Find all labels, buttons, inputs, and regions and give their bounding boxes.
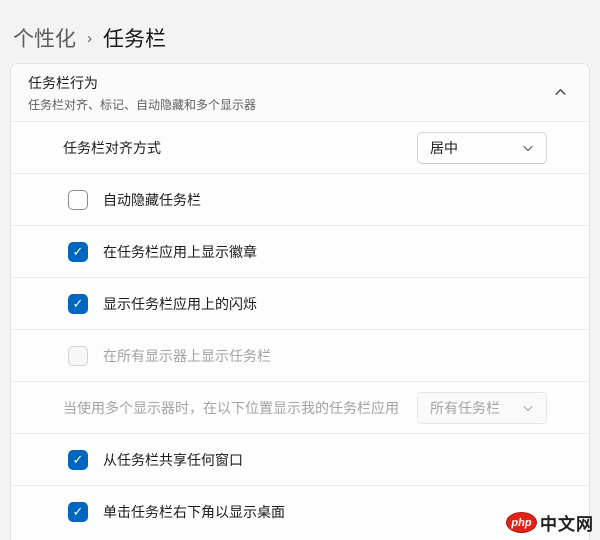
- check-icon: ✓: [72, 296, 84, 311]
- check-icon: ✓: [72, 244, 84, 259]
- breadcrumb: 个性化 › 任务栏: [0, 0, 600, 60]
- row-show-desktop: ✓ 单击任务栏右下角以显示桌面: [11, 485, 589, 537]
- row-taskbar-alignment: 任务栏对齐方式 居中: [11, 121, 589, 173]
- auto-hide-taskbar-checkbox[interactable]: [68, 189, 88, 210]
- show-desktop-checkbox[interactable]: ✓: [68, 501, 88, 522]
- share-window-checkbox[interactable]: ✓: [68, 449, 88, 470]
- watermark-site-text: 中文网: [540, 515, 594, 534]
- row-show-flashing: ✓ 显示任务栏应用上的闪烁: [11, 277, 589, 329]
- chevron-up-icon[interactable]: [554, 86, 567, 99]
- breadcrumb-separator-icon: ›: [87, 30, 92, 47]
- php-logo-text: php: [511, 516, 532, 529]
- taskbar-alignment-dropdown[interactable]: 居中: [417, 131, 547, 164]
- expander-title: 任务栏行为: [28, 74, 98, 91]
- all-displays-label: 在所有显示器上显示任务栏: [103, 347, 271, 364]
- page-title: 任务栏: [103, 27, 166, 51]
- expander-subtitle: 任务栏对齐、标记、自动隐藏和多个显示器: [28, 97, 257, 112]
- share-window-label: 从任务栏共享任何窗口: [103, 451, 243, 468]
- expander-header-taskbar-behaviors[interactable]: 任务栏行为 任务栏对齐、标记、自动隐藏和多个显示器: [11, 64, 589, 121]
- multi-display-dropdown: 所有任务栏: [417, 391, 547, 424]
- expander-titles: 任务栏行为 任务栏对齐、标记、自动隐藏和多个显示器: [28, 73, 256, 113]
- auto-hide-taskbar-label: 自动隐藏任务栏: [103, 191, 201, 208]
- taskbar-alignment-label: 任务栏对齐方式: [63, 139, 161, 156]
- all-displays-checkbox: [68, 345, 88, 366]
- row-share-window: ✓ 从任务栏共享任何窗口: [11, 433, 589, 485]
- check-icon: ✓: [72, 504, 84, 519]
- check-icon: ✓: [72, 452, 84, 467]
- row-all-displays: 在所有显示器上显示任务栏: [11, 329, 589, 381]
- show-badges-checkbox[interactable]: ✓: [68, 241, 88, 262]
- show-flashing-label: 显示任务栏应用上的闪烁: [103, 295, 257, 312]
- chevron-down-icon: [522, 402, 534, 414]
- multi-display-value: 所有任务栏: [430, 399, 500, 416]
- row-auto-hide-taskbar: 自动隐藏任务栏: [11, 173, 589, 225]
- taskbar-behaviors-card: 任务栏行为 任务栏对齐、标记、自动隐藏和多个显示器 任务栏对齐方式 居中 自动隐…: [10, 63, 590, 540]
- row-multi-display-apps: 当使用多个显示器时，在以下位置显示我的任务栏应用 所有任务栏: [11, 381, 589, 433]
- php-cn-watermark: php 中文网: [506, 510, 594, 535]
- show-flashing-checkbox[interactable]: ✓: [68, 293, 88, 314]
- taskbar-alignment-value: 居中: [430, 139, 458, 156]
- show-badges-label: 在任务栏应用上显示徽章: [103, 243, 257, 260]
- php-logo-icon: php: [506, 512, 537, 533]
- row-show-badges: ✓ 在任务栏应用上显示徽章: [11, 225, 589, 277]
- multi-display-label: 当使用多个显示器时，在以下位置显示我的任务栏应用: [63, 399, 399, 416]
- chevron-down-icon: [522, 142, 534, 154]
- breadcrumb-parent[interactable]: 个性化: [13, 23, 76, 53]
- show-desktop-label: 单击任务栏右下角以显示桌面: [103, 503, 285, 520]
